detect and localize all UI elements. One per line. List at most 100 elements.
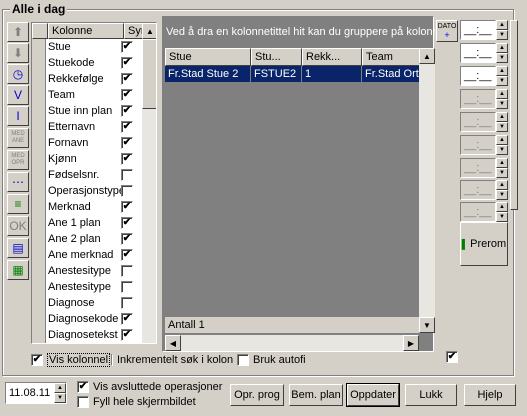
spin-up-icon[interactable]: ▲: [496, 20, 508, 30]
vis-kolonnel-checkbox[interactable]: ✔ Vis kolonnel: [31, 353, 111, 367]
move-down-icon[interactable]: ⬇: [7, 43, 29, 63]
list-item[interactable]: Anestesitype: [32, 279, 145, 295]
column-list[interactable]: Kolonne Syn... ▲ Stue✔Stuekode✔Rekkefølg…: [31, 22, 157, 344]
time-spinner[interactable]: __:__ ▲ ▼: [460, 89, 508, 109]
grid-vscrollbar[interactable]: ▲ ▼: [419, 48, 435, 333]
spin-down-icon[interactable]: ▼: [496, 212, 508, 222]
visible-checkbox[interactable]: ✔: [121, 57, 133, 69]
date-value[interactable]: 11.08.11: [6, 383, 54, 403]
spinner-arrows[interactable]: ▲ ▼: [496, 158, 508, 178]
time-field[interactable]: __:__: [460, 180, 496, 200]
spinner-arrows[interactable]: ▲ ▼: [496, 66, 508, 86]
spin-down-icon[interactable]: ▼: [496, 30, 508, 40]
time-field[interactable]: __:__: [460, 89, 496, 109]
fyll-hele-checkbox[interactable]: Fyll hele skjermbildet: [77, 395, 196, 409]
date-spinner[interactable]: ▲ ▼: [54, 383, 66, 403]
fyll-hele-box[interactable]: [77, 396, 89, 408]
list-item[interactable]: Ane 2 plan ✔: [32, 231, 145, 247]
vis-avsluttede-checkbox[interactable]: ✔ Vis avsluttede operasjoner: [77, 380, 222, 394]
visible-checkbox[interactable]: ✔: [121, 233, 133, 245]
visible-checkbox[interactable]: ✔: [121, 329, 133, 341]
visible-checkbox[interactable]: ✔: [121, 137, 133, 149]
time-spinner[interactable]: __:__ ▲ ▼: [460, 135, 508, 155]
list-item[interactable]: Merknad ✔: [32, 199, 145, 215]
list-item[interactable]: Team ✔: [32, 87, 145, 103]
clock-icon[interactable]: ◷: [7, 64, 29, 84]
spin-up-icon[interactable]: ▲: [496, 43, 508, 53]
time-spinner[interactable]: __:__ ▲ ▼: [460, 158, 508, 178]
prerom-button[interactable]: ▌ Prerom: [460, 222, 508, 266]
list-item[interactable]: Stue inn plan ✔: [32, 103, 145, 119]
list-item[interactable]: Stuekode ✔: [32, 55, 145, 71]
visible-checkbox[interactable]: ✔: [121, 73, 133, 85]
dashed-lines-icon[interactable]: ⋯: [7, 172, 29, 192]
lukk-button[interactable]: Lukk: [405, 384, 457, 406]
list-item[interactable]: Ane 1 plan ✔: [32, 215, 145, 231]
vis-kolonnel-box[interactable]: ✔: [31, 354, 43, 366]
visible-checkbox[interactable]: [121, 169, 133, 181]
time-spinner[interactable]: __:__ ▲ ▼: [460, 43, 508, 63]
visible-checkbox[interactable]: ✔: [121, 153, 133, 165]
list-item[interactable]: Stue ✔: [32, 39, 145, 55]
vis-avsluttede-box[interactable]: ✔: [77, 381, 89, 393]
stack-icon[interactable]: ≡: [7, 194, 29, 214]
list-item[interactable]: Kjønn ✔: [32, 151, 145, 167]
document-icon[interactable]: ▤: [7, 238, 29, 258]
inkrementelt-box[interactable]: [111, 354, 113, 366]
list-item[interactable]: Diagnose: [32, 295, 145, 311]
table-row[interactable]: Fr.Stad Stue 2 FSTUE2 1 Fr.Stad Orto 1: [165, 66, 435, 82]
bruk-autofil-box[interactable]: [237, 354, 249, 366]
v-icon[interactable]: V: [7, 85, 29, 105]
spin-down-icon[interactable]: ▼: [496, 99, 508, 109]
cell-rekkefolge[interactable]: 1: [302, 66, 362, 82]
spin-down-icon[interactable]: ▼: [496, 76, 508, 86]
list-item[interactable]: Fornavn ✔: [32, 135, 145, 151]
list-item[interactable]: Anestesitype: [32, 263, 145, 279]
spin-up-icon[interactable]: ▲: [496, 66, 508, 76]
time-spinner[interactable]: __:__ ▲ ▼: [460, 180, 508, 200]
dato-button[interactable]: DATO +: [436, 20, 458, 42]
list-item[interactable]: Fødselsnr.: [32, 167, 145, 183]
grid-scroll-right-icon[interactable]: ▶: [403, 335, 419, 351]
spinner-arrows[interactable]: ▲ ▼: [496, 180, 508, 200]
right-option-checkbox[interactable]: ✔: [446, 350, 462, 364]
visible-checkbox[interactable]: ✔: [121, 217, 133, 229]
time-field[interactable]: __:__: [460, 158, 496, 178]
group-by-bar[interactable]: Ved å dra en kolonnetittel hit kan du gr…: [163, 17, 435, 47]
time-field[interactable]: __:__: [460, 112, 496, 132]
visible-checkbox[interactable]: ✔: [121, 89, 133, 101]
list-item[interactable]: Operasjonskode: [32, 343, 145, 344]
grid-icon[interactable]: ▦: [7, 260, 29, 280]
time-spinner[interactable]: __:__ ▲ ▼: [460, 112, 508, 132]
time-field[interactable]: __:__: [460, 202, 496, 222]
i-icon[interactable]: I: [7, 106, 29, 126]
visible-checkbox[interactable]: ✔: [121, 201, 133, 213]
spin-up-icon[interactable]: ▲: [496, 135, 508, 145]
med-opr-icon[interactable]: MED OPR: [7, 150, 29, 170]
date-down-icon[interactable]: ▼: [54, 393, 66, 403]
cell-stue[interactable]: Fr.Stad Stue 2: [165, 66, 251, 82]
header-kolonne[interactable]: Kolonne: [48, 23, 124, 39]
time-field[interactable]: __:__: [460, 20, 496, 40]
time-spinner[interactable]: __:__ ▲ ▼: [460, 20, 508, 40]
med-ane-icon[interactable]: MED ANE: [7, 128, 29, 148]
date-picker[interactable]: 11.08.11 ▲ ▼: [5, 382, 67, 404]
data-grid[interactable]: Ved å dra en kolonnetittel hit kan du gr…: [162, 16, 435, 352]
visible-checkbox[interactable]: ✔: [121, 249, 133, 261]
spinner-arrows[interactable]: ▲ ▼: [496, 202, 508, 222]
list-item[interactable]: Diagnosekode ✔: [32, 311, 145, 327]
move-up-icon[interactable]: ⬆: [7, 22, 29, 42]
list-item[interactable]: Etternavn ✔: [32, 119, 145, 135]
spin-up-icon[interactable]: ▲: [496, 202, 508, 212]
spin-up-icon[interactable]: ▲: [496, 89, 508, 99]
bruk-autofil-checkbox[interactable]: Bruk autofi: [237, 353, 306, 367]
spin-down-icon[interactable]: ▼: [496, 122, 508, 132]
grid-scroll-down-icon[interactable]: ▼: [419, 317, 435, 333]
scroll-up-icon[interactable]: ▲: [142, 23, 156, 39]
hjelp-button[interactable]: Hjelp: [464, 384, 516, 406]
time-field[interactable]: __:__: [460, 66, 496, 86]
spinner-arrows[interactable]: ▲ ▼: [496, 135, 508, 155]
right-option-box[interactable]: ✔: [446, 351, 458, 363]
spin-up-icon[interactable]: ▲: [496, 180, 508, 190]
time-spinner[interactable]: __:__ ▲ ▼: [460, 66, 508, 86]
